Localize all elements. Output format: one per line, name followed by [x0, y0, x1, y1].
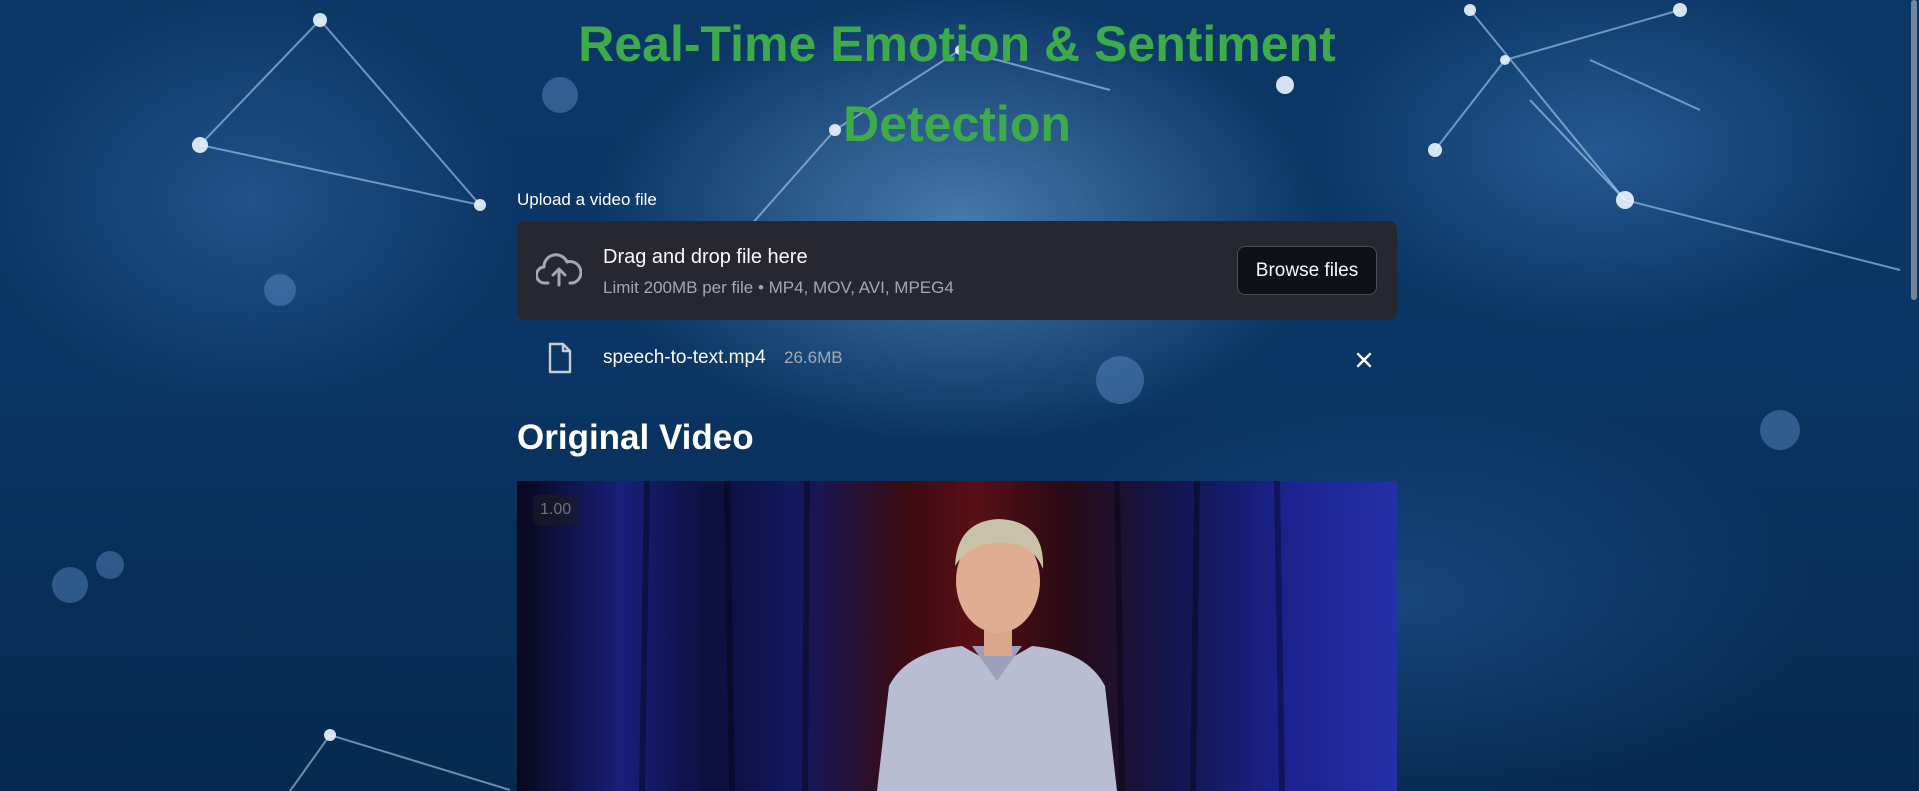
- file-icon: [548, 342, 572, 374]
- uploaded-file-row: speech-to-text.mp4 26.6MB: [517, 335, 1397, 385]
- playback-speed-badge[interactable]: 1.00: [533, 495, 579, 525]
- page-scrollbar[interactable]: [1911, 0, 1917, 300]
- upload-label: Upload a video file: [517, 190, 657, 209]
- page-title: Real-Time Emotion & Sentiment Detection: [578, 16, 1336, 152]
- main-content: Real-Time Emotion & Sentiment Detection …: [517, 0, 1397, 791]
- original-video-heading: Original Video: [517, 418, 754, 457]
- cloud-upload-icon: [536, 253, 582, 287]
- file-dropzone[interactable]: Drag and drop file here Limit 200MB per …: [517, 221, 1397, 320]
- dropzone-title: Drag and drop file here: [603, 246, 808, 268]
- uploaded-file-name: speech-to-text.mp4: [603, 347, 766, 368]
- video-frame: [517, 481, 1397, 791]
- close-icon[interactable]: [1351, 347, 1377, 373]
- dropzone-limits: Limit 200MB per file • MP4, MOV, AVI, MP…: [603, 278, 954, 297]
- video-player[interactable]: 1.00: [517, 481, 1397, 791]
- uploaded-file-size: 26.6MB: [784, 348, 843, 367]
- browse-files-button[interactable]: Browse files: [1237, 246, 1377, 295]
